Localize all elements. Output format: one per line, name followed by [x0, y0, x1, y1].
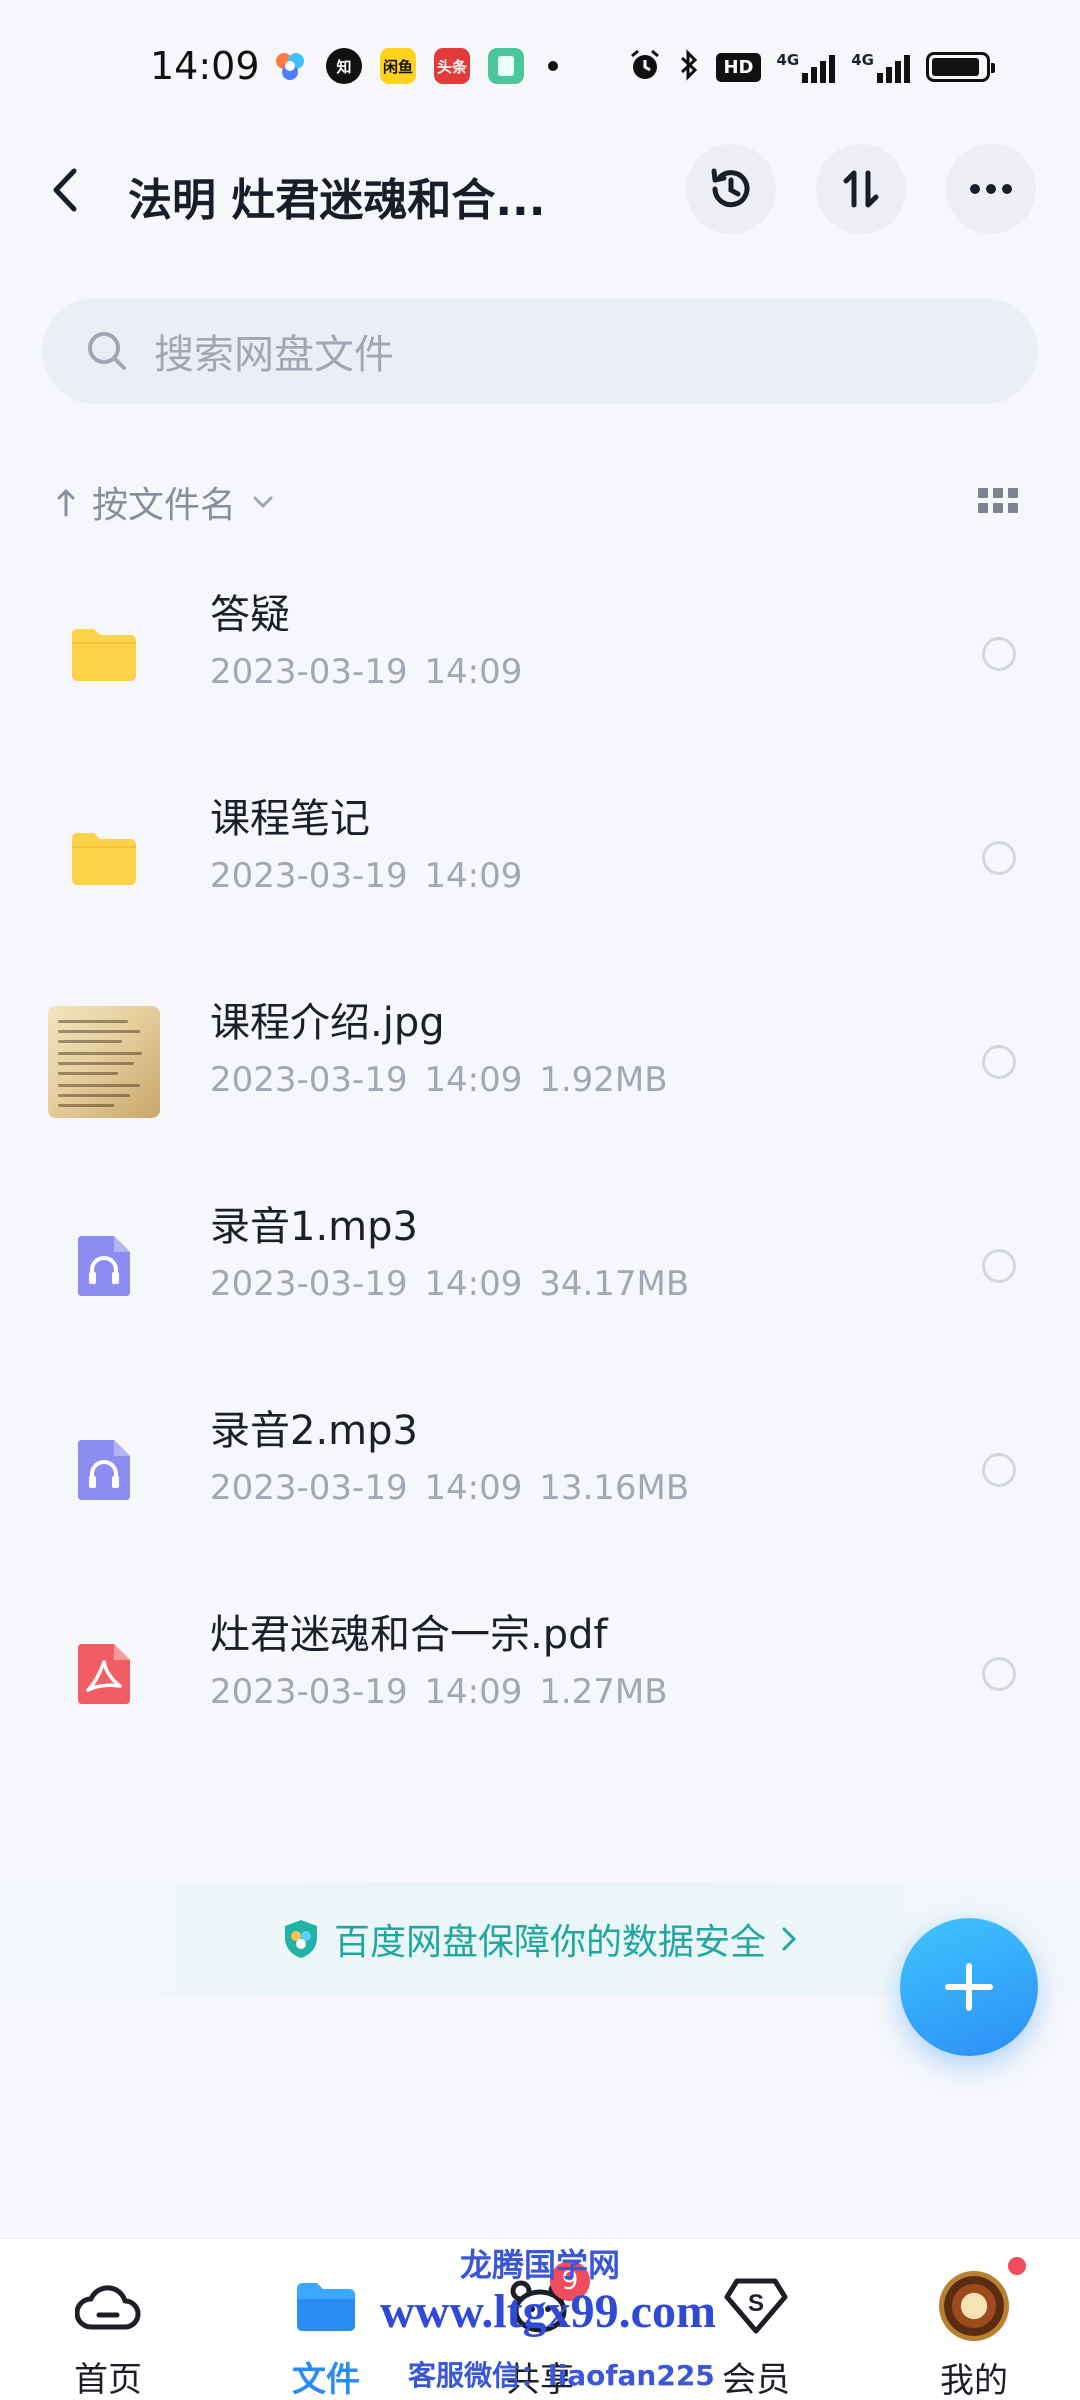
- history-icon: [711, 168, 750, 208]
- search-icon: [88, 332, 126, 370]
- home-cloud-icon: [72, 2273, 144, 2338]
- grid-view-icon[interactable]: [978, 488, 1018, 514]
- back-button[interactable]: [50, 162, 100, 218]
- file-meta: 2023-03-19 14:09 1.27MB: [210, 1672, 668, 1712]
- history-button[interactable]: [686, 144, 776, 234]
- list-item[interactable]: 录音2.mp3 2023-03-19 14:09 13.16MB: [0, 1368, 1080, 1572]
- search-input[interactable]: 搜索网盘文件: [42, 298, 1038, 404]
- select-checkbox[interactable]: [982, 1657, 1016, 1691]
- alarm-icon: [628, 48, 662, 86]
- zhihu-icon: 知: [326, 48, 362, 84]
- file-name: 答疑: [210, 592, 290, 638]
- status-bar: 14:09 知 闲鱼 头条 HD 4G 4G: [0, 0, 1080, 130]
- audio-file-icon: [48, 1414, 160, 1526]
- avatar: [938, 2257, 1026, 2341]
- nav-label: 首页: [74, 2360, 142, 2400]
- list-item[interactable]: 答疑 2023-03-19 14:09: [0, 552, 1080, 756]
- chevron-right-icon: [782, 1927, 797, 1951]
- nav-label: 文件: [292, 2360, 360, 2400]
- status-app-icons: 知 闲鱼 头条: [272, 48, 558, 84]
- nav-files[interactable]: 文件: [256, 2239, 396, 2400]
- notification-dot: [1008, 2257, 1026, 2275]
- folder-icon: [48, 598, 160, 710]
- audio-file-icon: [48, 1210, 160, 1322]
- folder-icon: [48, 802, 160, 914]
- sort-asc-arrow-icon: [57, 489, 75, 517]
- sort-label: 按文件名: [92, 485, 237, 526]
- plus-icon: [945, 1963, 993, 2011]
- security-text: 百度网盘保障你的数据安全: [333, 1922, 766, 1963]
- file-meta: 2023-03-19 14:09 34.17MB: [210, 1264, 690, 1304]
- shield-icon: [284, 1920, 317, 1958]
- nav-label: 会员: [722, 2360, 790, 2400]
- signal-icon: 4G: [777, 51, 836, 83]
- watermark-line-2: www.ltgx99.com: [380, 2285, 716, 2338]
- list-item[interactable]: 课程介绍.jpg 2023-03-19 14:09 1.92MB: [0, 960, 1080, 1164]
- sort-icon: [843, 170, 879, 208]
- list-item[interactable]: 录音1.mp3 2023-03-19 14:09 34.17MB: [0, 1164, 1080, 1368]
- vip-diamond-icon: S: [720, 2273, 792, 2338]
- toutiao-icon: 头条: [434, 48, 470, 84]
- file-meta: 2023-03-19 14:09: [210, 856, 523, 896]
- select-checkbox[interactable]: [982, 1249, 1016, 1283]
- file-name: 课程介绍.jpg: [210, 1000, 445, 1046]
- baidu-netdisk-icon: [272, 48, 308, 84]
- svg-text:S: S: [748, 2290, 764, 2317]
- watermark-line-3: 客服微信：liaofan225: [408, 2359, 715, 2392]
- sort-button[interactable]: [816, 144, 906, 234]
- file-meta: 2023-03-19 14:09 1.92MB: [210, 1060, 668, 1100]
- file-list: 答疑 2023-03-19 14:09 课程笔记 2023-03-19 14:0…: [0, 552, 1080, 1776]
- notification-dot-icon: [548, 61, 558, 71]
- pdf-file-icon: [48, 1618, 160, 1730]
- header: 法明 灶君迷魂和合...: [0, 140, 1080, 240]
- select-checkbox[interactable]: [982, 841, 1016, 875]
- file-meta: 2023-03-19 14:09: [210, 652, 523, 692]
- file-name: 灶君迷魂和合一宗.pdf: [210, 1612, 608, 1658]
- xianyu-icon: 闲鱼: [380, 48, 416, 84]
- select-checkbox[interactable]: [982, 1453, 1016, 1487]
- chevron-down-icon: [253, 496, 273, 509]
- nav-home[interactable]: 首页: [38, 2239, 178, 2400]
- back-arrow-icon: [53, 168, 77, 212]
- signal-icon-2: 4G: [851, 51, 910, 83]
- list-item[interactable]: 灶君迷魂和合一宗.pdf 2023-03-19 14:09 1.27MB: [0, 1572, 1080, 1776]
- status-time: 14:09: [150, 44, 260, 88]
- file-name: 录音2.mp3: [210, 1408, 418, 1454]
- hd-icon: HD: [716, 52, 761, 82]
- notes-icon: [488, 48, 524, 84]
- more-icon: [970, 184, 1012, 194]
- file-name: 录音1.mp3: [210, 1204, 418, 1250]
- sort-by-name-button[interactable]: 按文件名: [56, 476, 274, 528]
- nav-me[interactable]: 我的: [904, 2239, 1044, 2400]
- more-button[interactable]: [946, 144, 1036, 234]
- search-placeholder: 搜索网盘文件: [154, 332, 394, 378]
- select-checkbox[interactable]: [982, 1045, 1016, 1079]
- status-system-icons: HD 4G 4G: [628, 48, 995, 86]
- file-name: 课程笔记: [210, 796, 370, 842]
- battery-icon: [926, 52, 995, 82]
- select-checkbox[interactable]: [982, 637, 1016, 671]
- nav-label: 我的: [940, 2361, 1008, 2400]
- page-title: 法明 灶君迷魂和合...: [128, 175, 546, 226]
- file-meta: 2023-03-19 14:09 13.16MB: [210, 1468, 690, 1508]
- add-button[interactable]: [900, 1918, 1038, 2056]
- image-thumbnail: [48, 1006, 160, 1118]
- watermark-line-1: 龙腾国学网: [460, 2246, 621, 2284]
- list-item[interactable]: 课程笔记 2023-03-19 14:09: [0, 756, 1080, 960]
- bluetooth-icon: [678, 48, 700, 86]
- folder-icon: [290, 2273, 362, 2338]
- sort-row: 按文件名: [0, 470, 1080, 530]
